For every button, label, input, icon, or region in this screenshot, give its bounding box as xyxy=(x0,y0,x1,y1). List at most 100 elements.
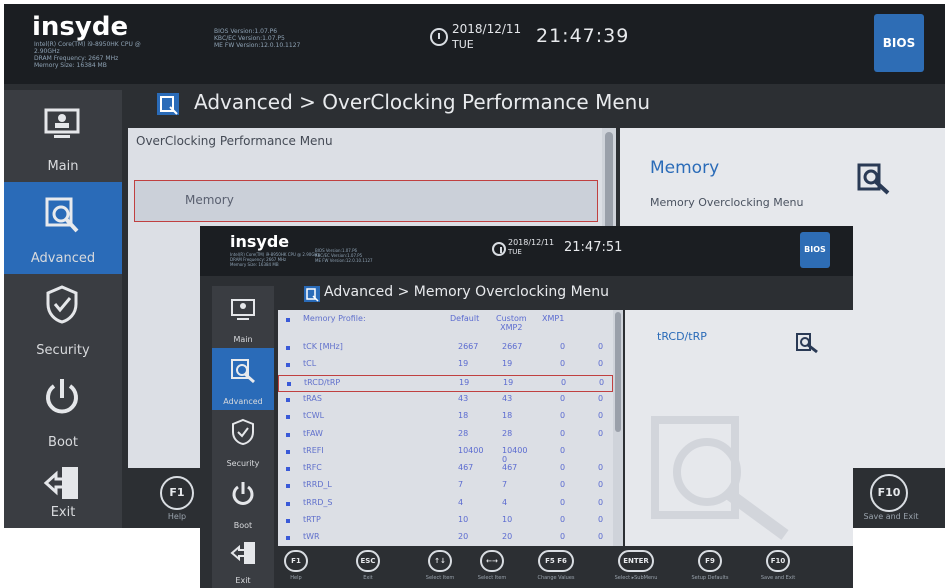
function-key[interactable]: F9 xyxy=(698,550,722,572)
row-custom-value: 2667 xyxy=(502,342,523,351)
table-row[interactable]: tRAS 43 43 0 0 xyxy=(278,392,613,409)
page-title: Advanced > Memory Overclocking Menu xyxy=(324,284,610,300)
col-header-name: Memory Profile: xyxy=(303,314,366,323)
top-bar: insyde Intel(R) Core(TM) i9-8950HK CPU @… xyxy=(4,4,945,84)
row-default-value: 18 xyxy=(458,411,469,421)
sidebar-item-security[interactable]: Security xyxy=(4,274,122,366)
row-default-value: 19 xyxy=(458,359,469,369)
sidebar-item-security[interactable]: Security xyxy=(212,410,274,472)
row-xmp2-value: 0 xyxy=(560,359,566,369)
bullet-icon xyxy=(286,415,290,420)
row-xmp1-value: 0 xyxy=(598,515,604,524)
sidebar-item-boot[interactable]: Boot xyxy=(4,366,122,458)
function-key[interactable]: F10 xyxy=(766,550,790,572)
sidebar-item-advanced[interactable]: Advanced xyxy=(4,182,122,274)
sidebar-item-advanced[interactable]: Advanced xyxy=(212,348,274,410)
table-row[interactable]: tRFC 467 467 0 0 xyxy=(278,461,613,478)
scrollbar[interactable] xyxy=(613,310,623,546)
function-key[interactable]: ESC xyxy=(356,550,380,572)
f10-label: Save and Exit xyxy=(863,512,919,521)
clock-icon xyxy=(430,28,448,46)
function-key-label: Save and Exit xyxy=(760,575,796,581)
col-header-xmp1: XMP1 xyxy=(542,314,565,323)
clock-icon xyxy=(492,242,506,256)
table-row[interactable]: tCK [MHz] 2667 2667 0 0 xyxy=(278,340,613,357)
row-xmp1-value: 0 xyxy=(598,480,604,490)
page-title: Advanced > OverClocking Performance Menu xyxy=(194,90,650,114)
system-info: Intel(R) Core(TM) i9-8950HK CPU @ 2.90GH… xyxy=(34,41,141,69)
sidebar-label: Exit xyxy=(50,505,76,520)
monitor-icon xyxy=(44,108,80,138)
row-custom-value: 20 xyxy=(502,532,513,542)
function-key[interactable]: ←→ xyxy=(480,550,504,572)
sidebar-label: Security xyxy=(36,343,90,358)
sidebar-label: Main xyxy=(233,335,253,344)
sidebar-item-main[interactable]: Main xyxy=(212,286,274,348)
sidebar-item-exit[interactable]: Exit xyxy=(212,534,274,588)
row-custom-value: 7 xyxy=(502,480,508,490)
row-name: tRRD_S xyxy=(303,497,333,507)
function-key[interactable]: F1 xyxy=(284,550,308,572)
row-default-value: 20 xyxy=(458,532,469,542)
row-custom-value: 467 xyxy=(502,463,518,473)
row-name: tCL xyxy=(303,359,317,369)
col-header-custom: Custom XMP2 xyxy=(496,314,527,332)
power-icon xyxy=(232,482,254,505)
f1-label: Help xyxy=(167,512,187,521)
row-custom-value: 10 xyxy=(502,515,513,524)
row-xmp2-value: 0 xyxy=(560,532,566,542)
sidebar-label: Exit xyxy=(235,576,251,585)
table-row[interactable]: tCL 19 19 0 0 xyxy=(278,357,613,374)
row-xmp2-value: 0 xyxy=(560,411,566,421)
row-xmp1-value: 0 xyxy=(598,428,604,438)
row-custom-value: 4 xyxy=(502,497,508,507)
row-name: tRCD/tRP xyxy=(304,377,341,387)
row-name: tFAW xyxy=(303,428,323,438)
h2o-bios-logo: BIOS xyxy=(874,14,924,72)
row-xmp2-value: 0 xyxy=(560,342,566,351)
table-row[interactable]: tWR 20 20 0 0 xyxy=(278,530,613,547)
monitor-icon xyxy=(231,299,255,320)
function-key[interactable]: F5 F6 xyxy=(538,550,574,572)
row-xmp1-value: 0 xyxy=(598,532,604,542)
shield-icon xyxy=(232,418,254,446)
time: 21:47:39 xyxy=(536,25,630,47)
row-name: tRFC xyxy=(303,463,322,473)
advanced-icon xyxy=(157,93,179,115)
menu-item-memory[interactable]: Memory xyxy=(134,180,598,222)
help-title: Memory xyxy=(650,158,720,178)
menu-item-label: Memory xyxy=(185,193,234,207)
table-header: Memory Profile: Default Custom XMP2 XMP1 xyxy=(278,312,613,338)
advanced-watermark-icon xyxy=(651,416,789,540)
scrollbar-thumb[interactable] xyxy=(615,312,621,432)
f10-key[interactable]: F10 xyxy=(870,474,908,512)
function-key-label: Select Item xyxy=(477,575,507,581)
table-row[interactable]: tRRD_S 4 4 0 0 xyxy=(278,496,613,513)
bullet-icon xyxy=(286,318,290,322)
row-custom-value: 28 xyxy=(502,428,513,438)
row-xmp1-value: 0 xyxy=(599,377,605,387)
bullet-icon xyxy=(287,381,291,386)
table-row[interactable]: tFAW 28 28 0 0 xyxy=(278,427,613,444)
row-xmp2-value: 0 xyxy=(560,445,566,455)
f1-key[interactable]: F1 xyxy=(160,476,194,510)
bullet-icon xyxy=(286,346,290,350)
sidebar-item-boot[interactable]: Boot xyxy=(212,472,274,534)
row-name: tCK [MHz] xyxy=(303,342,343,351)
bullet-icon xyxy=(286,519,290,523)
table-row[interactable]: tRCD/tRP 19 19 0 0 xyxy=(278,374,613,392)
table-row[interactable]: tRRD_L 7 7 0 0 xyxy=(278,478,613,495)
bullet-icon xyxy=(286,432,290,437)
sidebar-item-exit[interactable]: Exit xyxy=(4,458,122,528)
sidebar-item-main[interactable]: Main xyxy=(4,90,122,182)
function-key[interactable]: ENTER xyxy=(618,550,654,572)
table-row[interactable]: tCWL 18 18 0 0 xyxy=(278,409,613,426)
row-xmp1-value: 0 xyxy=(598,359,604,369)
sidebar-label: Main xyxy=(47,159,79,174)
help-title: tRCD/tRP xyxy=(657,330,707,343)
weekday: TUE xyxy=(452,38,474,51)
function-key[interactable]: ↑↓ xyxy=(428,550,452,572)
table-row[interactable]: tRTP 10 10 0 0 xyxy=(278,513,613,530)
row-xmp1-value: 0 xyxy=(598,342,604,351)
table-row[interactable]: tREFI 10400 10400 00 xyxy=(278,444,613,464)
